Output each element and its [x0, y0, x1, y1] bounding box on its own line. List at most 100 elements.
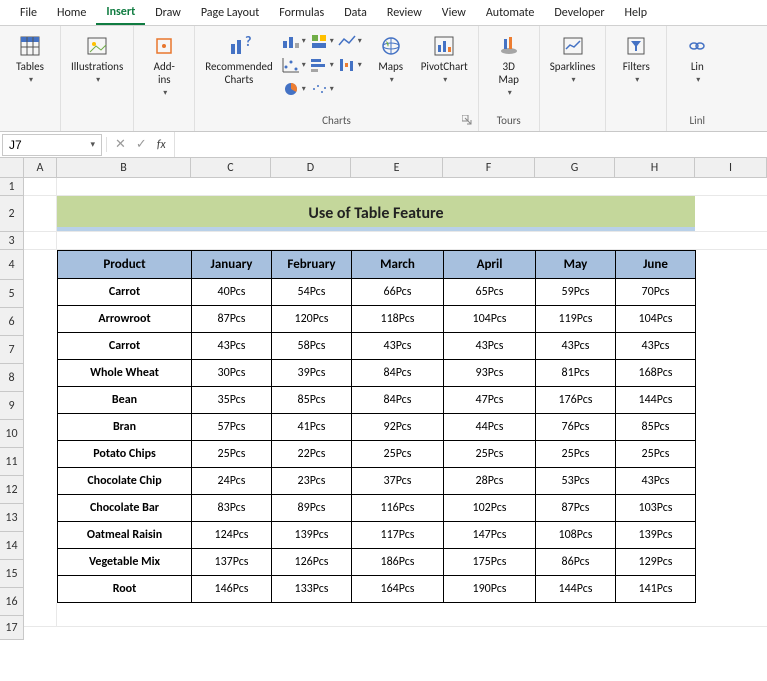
row-header-3[interactable]: 3	[0, 232, 24, 250]
table-cell[interactable]: 139Pcs	[616, 522, 696, 549]
table-cell[interactable]: 87Pcs	[192, 306, 272, 333]
table-cell[interactable]: 25Pcs	[192, 441, 272, 468]
row-header-11[interactable]: 11	[0, 448, 24, 476]
table-header-cell[interactable]: March	[352, 251, 444, 279]
table-cell[interactable]: 124Pcs	[192, 522, 272, 549]
table-cell[interactable]: 126Pcs	[272, 549, 352, 576]
recommended-charts-button[interactable]: ? Recommended Charts	[203, 30, 274, 90]
row-header-6[interactable]: 6	[0, 308, 24, 336]
table-cell[interactable]: 43Pcs	[192, 333, 272, 360]
table-cell[interactable]: 43Pcs	[536, 333, 616, 360]
table-cell[interactable]: 89Pcs	[272, 495, 352, 522]
table-cell[interactable]: Chocolate Chip	[58, 468, 192, 495]
table-cell[interactable]: Carrot	[58, 333, 192, 360]
row-header-2[interactable]: 2	[0, 196, 24, 232]
table-cell[interactable]: 139Pcs	[272, 522, 352, 549]
row-header-8[interactable]: 8	[0, 364, 24, 392]
column-header-F[interactable]: F	[443, 158, 535, 178]
column-header-C[interactable]: C	[191, 158, 271, 178]
table-header-cell[interactable]: February	[272, 251, 352, 279]
table-cell[interactable]: 28Pcs	[444, 468, 536, 495]
table-header-cell[interactable]: Product	[58, 251, 192, 279]
table-cell[interactable]: 43Pcs	[444, 333, 536, 360]
column-header-A[interactable]: A	[24, 158, 57, 178]
table-cell[interactable]: Chocolate Bar	[58, 495, 192, 522]
illustrations-button[interactable]: Illustrations ▾	[69, 30, 125, 89]
maps-button[interactable]: Maps ▾	[369, 30, 413, 89]
table-cell[interactable]: 54Pcs	[272, 279, 352, 306]
row-header-16[interactable]: 16	[0, 588, 24, 616]
table-cell[interactable]: 102Pcs	[444, 495, 536, 522]
table-cell[interactable]: 186Pcs	[352, 549, 444, 576]
menu-home[interactable]: Home	[47, 2, 96, 24]
table-cell[interactable]: 92Pcs	[352, 414, 444, 441]
table-cell[interactable]: Carrot	[58, 279, 192, 306]
table-cell[interactable]: Oatmeal Raisin	[58, 522, 192, 549]
chevron-down-icon[interactable]: ▾	[90, 139, 95, 150]
table-cell[interactable]: 117Pcs	[352, 522, 444, 549]
table-cell[interactable]: Potato Chips	[58, 441, 192, 468]
menu-view[interactable]: View	[432, 2, 476, 24]
table-cell[interactable]: 57Pcs	[192, 414, 272, 441]
table-cell[interactable]: 137Pcs	[192, 549, 272, 576]
pivotchart-button[interactable]: PivotChart ▾	[419, 30, 470, 89]
menu-help[interactable]: Help	[615, 2, 658, 24]
statistic-chart-icon[interactable]: ▾	[309, 78, 335, 100]
table-cell[interactable]: 118Pcs	[352, 306, 444, 333]
menu-review[interactable]: Review	[377, 2, 432, 24]
table-cell[interactable]: 168Pcs	[616, 360, 696, 387]
table-cell[interactable]: 47Pcs	[444, 387, 536, 414]
table-cell[interactable]: 133Pcs	[272, 576, 352, 603]
table-cell[interactable]: 175Pcs	[444, 549, 536, 576]
table-cell[interactable]: Bean	[58, 387, 192, 414]
row-header-10[interactable]: 10	[0, 420, 24, 448]
table-cell[interactable]: 44Pcs	[444, 414, 536, 441]
check-icon[interactable]: ✓	[136, 137, 147, 152]
table-cell[interactable]: 141Pcs	[616, 576, 696, 603]
table-cell[interactable]: 53Pcs	[536, 468, 616, 495]
row-header-1[interactable]: 1	[0, 178, 24, 196]
table-cell[interactable]: 76Pcs	[536, 414, 616, 441]
link-button[interactable]: Lin ▾	[675, 30, 719, 89]
table-cell[interactable]: 84Pcs	[352, 387, 444, 414]
table-cell[interactable]: 43Pcs	[616, 333, 696, 360]
cancel-icon[interactable]: ✕	[115, 137, 126, 152]
select-all-corner[interactable]	[0, 158, 24, 178]
table-cell[interactable]: 85Pcs	[272, 387, 352, 414]
table-cell[interactable]: 83Pcs	[192, 495, 272, 522]
row-header-14[interactable]: 14	[0, 532, 24, 560]
row-header-7[interactable]: 7	[0, 336, 24, 364]
table-cell[interactable]: 120Pcs	[272, 306, 352, 333]
addins-button[interactable]: Add- ins ▾	[142, 30, 186, 102]
table-cell[interactable]: 108Pcs	[536, 522, 616, 549]
table-cell[interactable]: 70Pcs	[616, 279, 696, 306]
row-header-4[interactable]: 4	[0, 250, 24, 280]
row-header-15[interactable]: 15	[0, 560, 24, 588]
table-cell[interactable]: 25Pcs	[352, 441, 444, 468]
menu-automate[interactable]: Automate	[476, 2, 545, 24]
menu-draw[interactable]: Draw	[145, 2, 191, 24]
table-cell[interactable]: 144Pcs	[616, 387, 696, 414]
column-header-E[interactable]: E	[351, 158, 443, 178]
table-cell[interactable]: 86Pcs	[536, 549, 616, 576]
table-cell[interactable]: 65Pcs	[444, 279, 536, 306]
menu-insert[interactable]: Insert	[96, 1, 145, 25]
table-cell[interactable]: Vegetable Mix	[58, 549, 192, 576]
column-header-B[interactable]: B	[57, 158, 191, 178]
pie-chart-icon[interactable]: ▾	[281, 78, 307, 100]
table-cell[interactable]: 164Pcs	[352, 576, 444, 603]
table-header-cell[interactable]: June	[616, 251, 696, 279]
table-header-cell[interactable]: May	[536, 251, 616, 279]
table-cell[interactable]: 41Pcs	[272, 414, 352, 441]
column-header-G[interactable]: G	[535, 158, 615, 178]
table-header-cell[interactable]: January	[192, 251, 272, 279]
table-cell[interactable]: 119Pcs	[536, 306, 616, 333]
table-cell[interactable]: 25Pcs	[616, 441, 696, 468]
table-cell[interactable]: 85Pcs	[616, 414, 696, 441]
hierarchy-chart-icon[interactable]: ▾	[309, 30, 335, 52]
scatter-chart-icon[interactable]: ▾	[281, 54, 307, 76]
table-cell[interactable]: 59Pcs	[536, 279, 616, 306]
table-cell[interactable]: 66Pcs	[352, 279, 444, 306]
table-cell[interactable]: 30Pcs	[192, 360, 272, 387]
column-header-I[interactable]: I	[695, 158, 767, 178]
